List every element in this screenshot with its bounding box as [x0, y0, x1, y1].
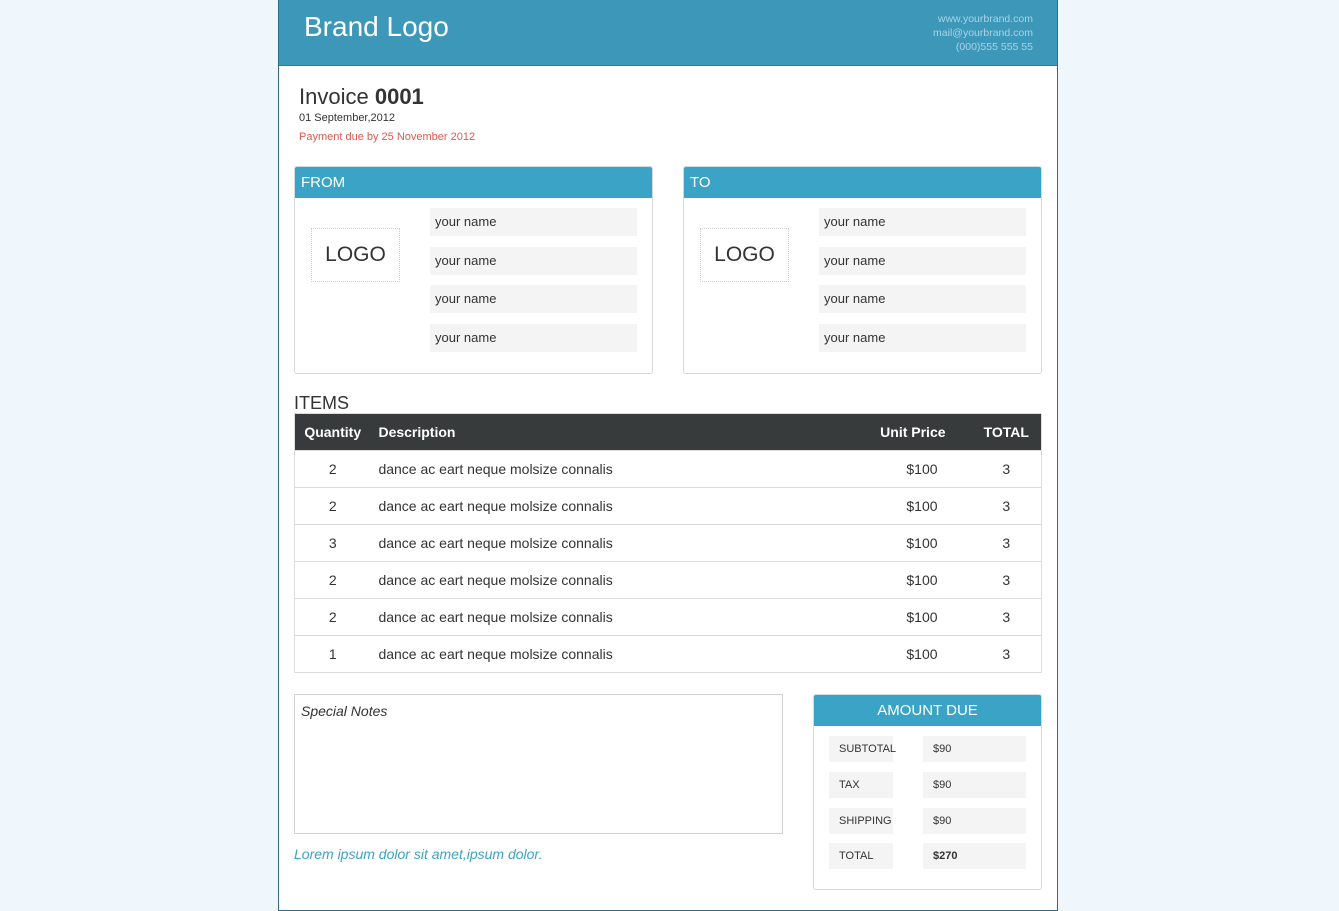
- special-notes-label: Special Notes: [301, 703, 388, 719]
- item-unit-price: $100: [809, 598, 972, 636]
- subtotal-value: $90: [923, 736, 1026, 762]
- table-row: 1 dance ac eart neque molsize connalis $…: [294, 635, 1042, 673]
- item-description: dance ac eart neque molsize connalis: [370, 598, 810, 636]
- table-header-row: Quantity Description Unit Price TOTAL: [294, 413, 1042, 451]
- item-total: 3: [971, 487, 1042, 525]
- to-name-field[interactable]: your name: [819, 247, 1026, 275]
- items-heading: ITEMS: [294, 393, 350, 413]
- table-row: 3 dance ac eart neque molsize connalis $…: [294, 524, 1042, 562]
- shipping-label: SHIPPING: [829, 808, 893, 834]
- footer-note: Lorem ipsum dolor sit amet,ipsum dolor.: [294, 846, 543, 862]
- item-description: dance ac eart neque molsize connalis: [370, 487, 810, 525]
- shipping-value: $90: [923, 808, 1026, 834]
- column-header-total: TOTAL: [971, 413, 1042, 451]
- total-value: $270: [923, 843, 1026, 869]
- item-total: 3: [971, 450, 1042, 488]
- item-unit-price: $100: [809, 561, 972, 599]
- item-description: dance ac eart neque molsize connalis: [370, 450, 810, 488]
- item-quantity: 2: [294, 598, 371, 636]
- subtotal-label: SUBTOTAL: [829, 736, 896, 762]
- table-row: 2 dance ac eart neque molsize connalis $…: [294, 598, 1042, 636]
- item-total: 3: [971, 561, 1042, 599]
- table-row: 2 dance ac eart neque molsize connalis $…: [294, 561, 1042, 599]
- to-name-field[interactable]: your name: [819, 285, 1026, 313]
- item-description: dance ac eart neque molsize connalis: [370, 524, 810, 562]
- brand-phone: (000)555 555 55: [955, 41, 1033, 53]
- from-name-field[interactable]: your name: [430, 324, 637, 352]
- item-description: dance ac eart neque molsize connalis: [370, 561, 810, 599]
- item-quantity: 2: [294, 487, 371, 525]
- invoice-due-date: Payment due by 25 November 2012: [299, 131, 476, 143]
- items-table: Quantity Description Unit Price TOTAL 2 …: [294, 413, 1042, 673]
- to-logo-placeholder: LOGO: [700, 228, 789, 282]
- brand-email: mail@yourbrand.com: [933, 27, 1033, 39]
- from-panel: FROM LOGO your name your name your name …: [294, 166, 653, 374]
- brand-contact: www.yourbrand.com mail@yourbrand.com (00…: [933, 12, 1033, 54]
- to-name-field[interactable]: your name: [819, 208, 1026, 236]
- from-name-field[interactable]: your name: [430, 208, 637, 236]
- to-name-field[interactable]: your name: [819, 324, 1026, 352]
- from-name-field[interactable]: your name: [430, 285, 637, 313]
- item-quantity: 1: [294, 635, 371, 673]
- item-description: dance ac eart neque molsize connalis: [370, 635, 810, 673]
- invoice-label: Invoice: [299, 84, 369, 109]
- item-unit-price: $100: [809, 524, 972, 562]
- brand-logo: Brand Logo: [304, 11, 449, 42]
- item-total: 3: [971, 524, 1042, 562]
- column-header-unit-price: Unit Price: [809, 413, 972, 451]
- item-unit-price: $100: [809, 450, 972, 488]
- special-notes-field[interactable]: Special Notes: [294, 694, 783, 834]
- tax-value: $90: [923, 772, 1026, 798]
- total-label: TOTAL: [829, 843, 893, 869]
- item-unit-price: $100: [809, 635, 972, 673]
- amount-due-header: AMOUNT DUE: [814, 695, 1041, 726]
- invoice-number: 0001: [374, 84, 424, 109]
- item-quantity: 2: [294, 561, 371, 599]
- invoice-page: Brand Logo www.yourbrand.com mail@yourbr…: [278, 0, 1058, 911]
- item-quantity: 2: [294, 450, 371, 488]
- tax-label: TAX: [829, 772, 893, 798]
- table-row: 2 dance ac eart neque molsize connalis $…: [294, 487, 1042, 525]
- brand-header: Brand Logo www.yourbrand.com mail@yourbr…: [279, 0, 1057, 66]
- invoice-title: Invoice 0001: [299, 84, 424, 110]
- to-panel-header: TO: [684, 167, 1041, 198]
- item-quantity: 3: [294, 524, 371, 562]
- brand-website: www.yourbrand.com: [937, 13, 1033, 25]
- from-logo-placeholder: LOGO: [311, 228, 400, 282]
- item-total: 3: [971, 598, 1042, 636]
- item-total: 3: [971, 635, 1042, 673]
- invoice-date: 01 September,2012: [299, 112, 396, 124]
- from-name-field[interactable]: your name: [430, 247, 637, 275]
- column-header-description: Description: [370, 413, 810, 451]
- table-row: 2 dance ac eart neque molsize connalis $…: [294, 450, 1042, 488]
- to-panel: TO LOGO your name your name your name yo…: [683, 166, 1042, 374]
- from-panel-header: FROM: [295, 167, 652, 198]
- item-unit-price: $100: [809, 487, 972, 525]
- column-header-quantity: Quantity: [294, 413, 371, 451]
- amount-due-panel: AMOUNT DUE SUBTOTAL $90 TAX $90 SHIPPING…: [813, 694, 1042, 890]
